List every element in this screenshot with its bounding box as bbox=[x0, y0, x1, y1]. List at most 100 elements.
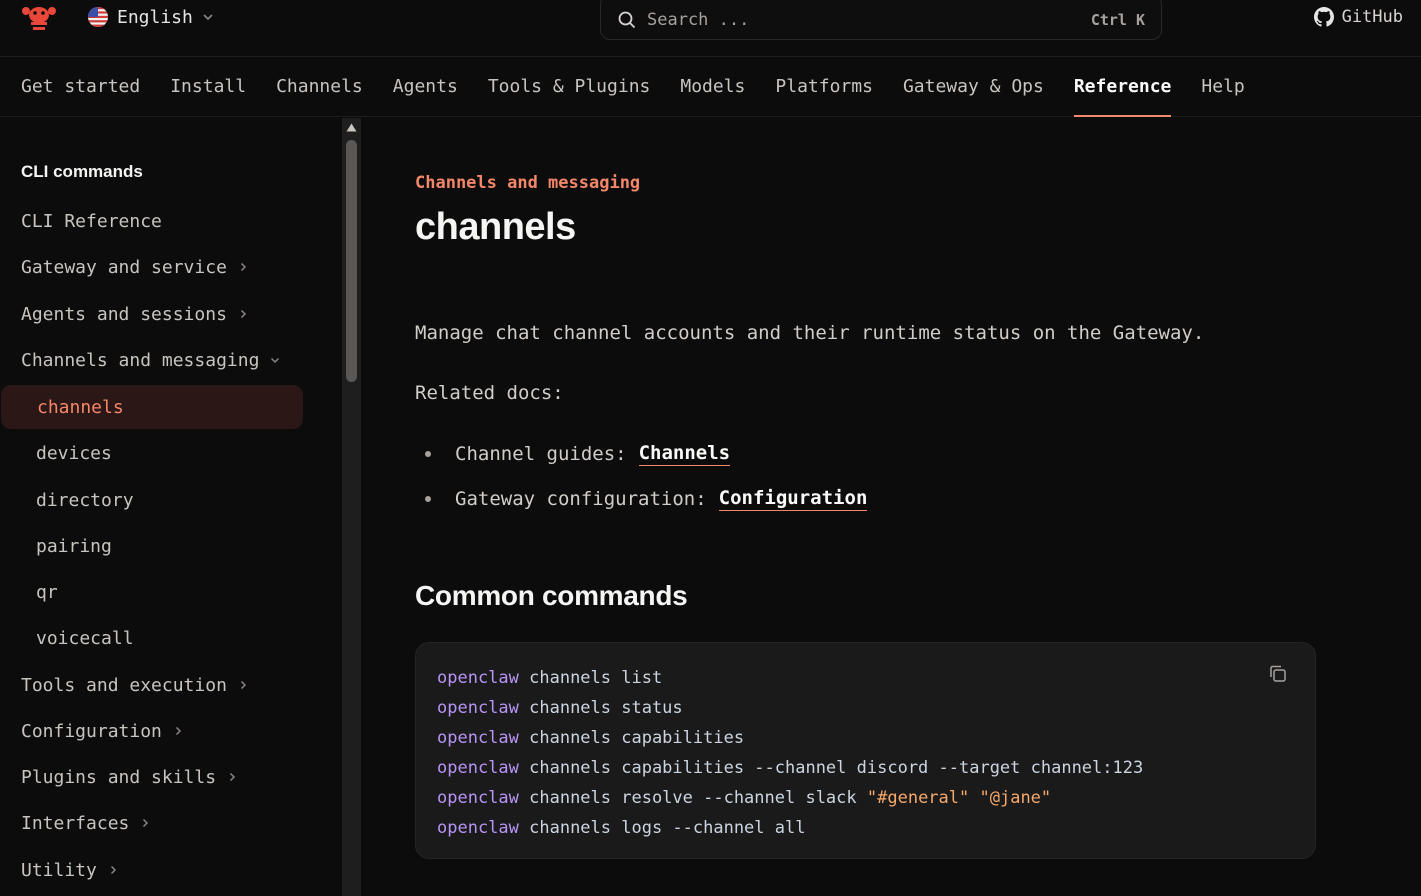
sidebar-item-devices[interactable]: devices bbox=[0, 431, 302, 475]
sidebar-item-label: Agents and sessions bbox=[21, 303, 227, 325]
sidebar-item-tools-and-execution[interactable]: Tools and execution bbox=[0, 663, 302, 707]
sidebar-item-interfaces[interactable]: Interfaces bbox=[0, 801, 302, 845]
code-line: openclaw channels logs --channel all bbox=[437, 813, 1294, 843]
code-line: openclaw channels list bbox=[437, 663, 1294, 693]
code-line: openclaw channels status bbox=[437, 693, 1294, 723]
chevron-down-icon bbox=[203, 14, 213, 21]
intro-paragraph: Manage chat channel accounts and their r… bbox=[415, 322, 1205, 344]
page-title: channels bbox=[415, 206, 576, 248]
chevron-right-icon bbox=[175, 726, 181, 736]
bullet-dot bbox=[425, 496, 431, 502]
tab-models[interactable]: Models bbox=[680, 57, 745, 116]
code-block: openclaw channels list openclaw channels … bbox=[415, 642, 1316, 859]
sidebar-item-label: Plugins and skills bbox=[21, 766, 217, 788]
sidebar-item-label: directory bbox=[36, 489, 134, 511]
sidebar-item-label: Interfaces bbox=[21, 812, 130, 834]
github-link[interactable]: GitHub bbox=[1313, 4, 1403, 30]
sidebar-item-pairing[interactable]: pairing bbox=[0, 524, 302, 568]
configuration-link[interactable]: Configuration bbox=[718, 487, 868, 511]
related-docs-label: Related docs: bbox=[415, 382, 564, 404]
code-command: openclaw bbox=[437, 728, 519, 748]
related-item-configuration: Gateway configuration: Configuration bbox=[415, 487, 868, 511]
code-args: channels logs --channel all bbox=[518, 818, 806, 838]
search-icon bbox=[618, 11, 636, 29]
sidebar-item-label: Channels and messaging bbox=[21, 349, 260, 371]
bullet-dot bbox=[425, 451, 431, 457]
code-string: "@jane" bbox=[979, 788, 1052, 808]
chevron-right-icon bbox=[240, 680, 246, 690]
language-label: English bbox=[117, 6, 193, 28]
github-label: GitHub bbox=[1341, 7, 1403, 27]
top-nav-tabs: Get started Install Channels Agents Tools & … bbox=[0, 57, 1421, 117]
tab-reference[interactable]: Reference bbox=[1073, 57, 1171, 117]
code-line: openclaw channels capabilities bbox=[437, 723, 1294, 753]
sidebar-item-utility[interactable]: Utility bbox=[0, 848, 302, 892]
sidebar-item-plugins-and-skills[interactable]: Plugins and skills bbox=[0, 755, 302, 799]
code-string: "#general" bbox=[866, 788, 970, 808]
chevron-down-icon bbox=[271, 357, 280, 364]
sidebar-item-label: qr bbox=[36, 581, 58, 603]
code-args: channels status bbox=[518, 698, 683, 718]
code-args: channels capabilities --channel discord … bbox=[518, 758, 1144, 778]
tab-gateway-ops[interactable]: Gateway & Ops bbox=[903, 57, 1044, 116]
tab-platforms[interactable]: Platforms bbox=[775, 57, 873, 116]
sidebar-item-cli-reference[interactable]: CLI Reference bbox=[0, 199, 302, 243]
sidebar-item-gateway-and-service[interactable]: Gateway and service bbox=[0, 245, 302, 289]
channels-link[interactable]: Channels bbox=[638, 442, 731, 466]
us-flag-icon bbox=[88, 7, 108, 27]
lobster-logo-icon[interactable] bbox=[22, 2, 56, 32]
sidebar-item-label: pairing bbox=[36, 535, 112, 557]
copy-icon[interactable] bbox=[1267, 663, 1289, 685]
code-args: channels resolve --channel slack bbox=[518, 788, 867, 808]
tab-install[interactable]: Install bbox=[170, 57, 246, 116]
tab-get-started[interactable]: Get started bbox=[21, 57, 140, 116]
section-eyebrow[interactable]: Channels and messaging bbox=[415, 173, 640, 193]
sidebar-item-configuration[interactable]: Configuration bbox=[0, 709, 302, 753]
tab-tools-plugins[interactable]: Tools & Plugins bbox=[488, 57, 651, 116]
chevron-right-icon bbox=[230, 772, 236, 782]
chevron-right-icon bbox=[143, 818, 149, 828]
sidebar-item-label: Gateway and service bbox=[21, 256, 227, 278]
sidebar-item-label: Tools and execution bbox=[21, 674, 227, 696]
search-shortcut: Ctrl K bbox=[1090, 11, 1145, 29]
related-prefix: Gateway configuration: bbox=[455, 488, 707, 510]
chevron-right-icon bbox=[240, 309, 246, 319]
search-placeholder: Search ... bbox=[647, 10, 750, 30]
sidebar-scrollbar[interactable] bbox=[342, 118, 361, 896]
github-icon bbox=[1313, 7, 1334, 27]
code-command: openclaw bbox=[437, 788, 519, 808]
sidebar-item-voicecall[interactable]: voicecall bbox=[0, 616, 302, 660]
tab-help[interactable]: Help bbox=[1201, 57, 1244, 116]
sidebar-item-channels-and-messaging[interactable]: Channels and messaging bbox=[0, 338, 302, 382]
tab-channels[interactable]: Channels bbox=[276, 57, 363, 116]
sidebar-item-label: Utility bbox=[21, 859, 97, 881]
section-heading-common-commands: Common commands bbox=[415, 580, 688, 611]
code-line: openclaw channels resolve --channel slac… bbox=[437, 783, 1294, 813]
code-command: openclaw bbox=[437, 668, 519, 688]
code-args: channels list bbox=[518, 668, 663, 688]
language-selector[interactable]: English bbox=[88, 4, 214, 30]
chevron-right-icon bbox=[110, 865, 116, 875]
top-bar: English Search ... Ctrl K GitHub bbox=[0, 0, 1421, 57]
sidebar-heading: CLI commands bbox=[21, 162, 143, 181]
sidebar-item-directory[interactable]: directory bbox=[0, 478, 302, 522]
code-args: channels capabilities bbox=[518, 728, 745, 748]
sidebar: CLI commands CLI Reference Gateway and se… bbox=[0, 118, 342, 896]
sidebar-item-label: voicecall bbox=[36, 627, 134, 649]
tab-agents[interactable]: Agents bbox=[393, 57, 458, 116]
sidebar-item-label: devices bbox=[36, 442, 112, 464]
sidebar-item-qr[interactable]: qr bbox=[0, 570, 302, 614]
sidebar-item-label: Configuration bbox=[21, 720, 162, 742]
related-item-channels: Channel guides: Channels bbox=[415, 442, 731, 466]
sidebar-item-label: channels bbox=[37, 396, 124, 418]
code-line: openclaw channels capabilities --channel… bbox=[437, 753, 1294, 783]
sidebar-item-agents-and-sessions[interactable]: Agents and sessions bbox=[0, 292, 302, 336]
search-box[interactable]: Search ... Ctrl K bbox=[600, 0, 1162, 40]
scrollbar-thumb[interactable] bbox=[346, 140, 357, 382]
code-command: openclaw bbox=[437, 818, 519, 838]
code-command: openclaw bbox=[437, 758, 519, 778]
code-command: openclaw bbox=[437, 698, 519, 718]
sidebar-item-channels[interactable]: channels bbox=[1, 385, 303, 429]
scroll-up-arrow-icon[interactable] bbox=[346, 123, 357, 132]
code-string bbox=[969, 788, 979, 808]
